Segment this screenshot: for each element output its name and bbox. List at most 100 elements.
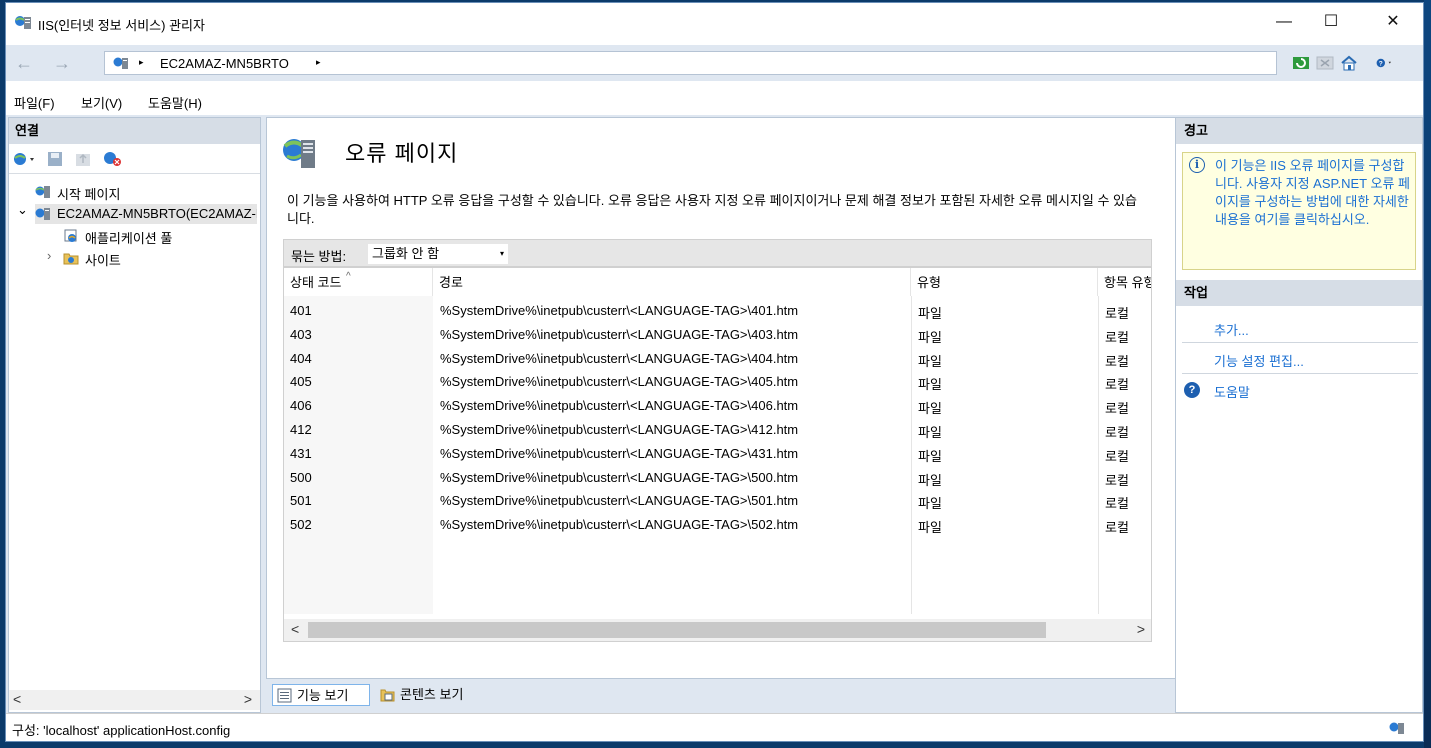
table-row[interactable]: 406 %SystemDrive%\inetpub\custerr\<LANGUA…: [284, 395, 1151, 418]
menu-view[interactable]: 보기(V): [81, 93, 122, 112]
disconnect-icon[interactable]: [103, 151, 123, 167]
save-icon[interactable]: [47, 151, 63, 167]
status-bar: 구성: 'localhost' applicationHost.config: [6, 713, 1423, 741]
connections-scrollbar[interactable]: < >: [9, 690, 260, 710]
column-header-path[interactable]: 경로: [433, 268, 911, 296]
server-status-icon: [1389, 722, 1404, 734]
cell-path: %SystemDrive%\inetpub\custerr\<LANGUAGE-…: [440, 326, 799, 342]
scroll-left-icon[interactable]: <: [13, 691, 21, 707]
menu-file[interactable]: 파일(F): [14, 93, 55, 112]
iis-manager-window: IIS(인터넷 정보 서비스) 관리자 — ☐ ✕ ← → ▸ EC2AMAZ-…: [5, 2, 1424, 742]
breadcrumb-server[interactable]: EC2AMAZ-MN5BRTO: [160, 56, 289, 71]
stop-icon[interactable]: [1316, 55, 1334, 71]
forward-button[interactable]: →: [48, 52, 76, 74]
view-tabs: 기능 보기 콘텐츠 보기: [272, 681, 672, 709]
cell-path: %SystemDrive%\inetpub\custerr\<LANGUAGE-…: [440, 445, 799, 461]
tree-item-sites[interactable]: 사이트: [63, 248, 253, 268]
table-row[interactable]: 401 %SystemDrive%\inetpub\custerr\<LANGUA…: [284, 300, 1151, 323]
cell-path: %SystemDrive%\inetpub\custerr\<LANGUAGE-…: [440, 517, 799, 533]
help-dropdown-icon[interactable]: ?: [1376, 55, 1394, 71]
scroll-left-icon[interactable]: <: [291, 621, 299, 637]
refresh-icon[interactable]: [1292, 55, 1310, 71]
cell-status-code: 403: [290, 326, 312, 342]
add-action-link[interactable]: 추가...: [1214, 320, 1249, 339]
home-icon[interactable]: [1340, 55, 1358, 71]
cell-status-code: 401: [290, 303, 312, 318]
app-pool-icon: [64, 229, 77, 242]
cell-status-code: 412: [290, 422, 312, 437]
edit-feature-settings-link[interactable]: 기능 설정 편집...: [1214, 351, 1304, 370]
tree-item-label: 시작 페이지: [57, 187, 121, 202]
column-header-type[interactable]: 유형: [911, 268, 1098, 296]
cell-type: 파일: [918, 496, 942, 512]
group-by-label: 묶는 방법:: [291, 249, 347, 264]
table-row[interactable]: 500 %SystemDrive%\inetpub\custerr\<LANGUA…: [284, 467, 1151, 490]
info-icon: i: [1189, 157, 1205, 173]
tab-content-view[interactable]: 콘텐츠 보기: [376, 684, 486, 706]
actions-panel: 경고 i 이 기능은 IIS 오류 페이지를 구성합니다. 사용자 지정 ASP…: [1175, 117, 1423, 713]
sort-ascending-icon: ^: [346, 271, 351, 282]
cell-entry-type: 로컬: [1105, 306, 1129, 321]
column-header-entry-type[interactable]: 항목 유형: [1098, 268, 1151, 296]
error-pages-grid: 상태 코드 ^ 경로 유형 항목 유형 401 %SystemDrive%\ine…: [283, 267, 1152, 642]
tree-item-server[interactable]: EC2AMAZ-MN5BRTO(EC2AMAZ-MN5BRTO: [35, 204, 257, 224]
connections-panel: 연결 시작 페이지 ⌄ EC2AMAZ-MN5BRTO(EC2AMAZ- 애플리…: [8, 117, 261, 713]
table-row[interactable]: 404 %SystemDrive%\inetpub\custerr\<LANGUA…: [284, 348, 1151, 371]
start-page-icon: [35, 186, 50, 198]
close-button[interactable]: ✕: [1370, 3, 1416, 41]
table-row[interactable]: 501 %SystemDrive%\inetpub\custerr\<LANGUA…: [284, 490, 1151, 513]
table-row[interactable]: 502 %SystemDrive%\inetpub\custerr\<LANGUA…: [284, 514, 1151, 537]
svg-text:?: ?: [1379, 60, 1383, 67]
scrollbar-thumb[interactable]: [308, 622, 1046, 638]
table-row[interactable]: 403 %SystemDrive%\inetpub\custerr\<LANGUA…: [284, 324, 1151, 347]
breadcrumb-arrow-icon[interactable]: ▸: [139, 57, 144, 68]
cell-path: %SystemDrive%\inetpub\custerr\<LANGUAGE-…: [440, 469, 799, 485]
group-by-select[interactable]: 그룹화 안 함 ▾: [368, 244, 508, 264]
scroll-right-icon[interactable]: >: [1137, 621, 1145, 637]
cell-entry-type: 로컬: [1105, 496, 1129, 512]
connect-icon[interactable]: [12, 151, 40, 167]
cell-entry-type: 로컬: [1105, 448, 1129, 464]
help-action-link[interactable]: 도움말: [1214, 382, 1250, 401]
collapse-chevron-icon[interactable]: ⌄: [17, 202, 28, 218]
table-row[interactable]: 412 %SystemDrive%\inetpub\custerr\<LANGUA…: [284, 419, 1151, 442]
up-level-icon[interactable]: [75, 151, 91, 167]
action-divider: [1182, 342, 1418, 343]
connections-toolbar: [9, 147, 260, 174]
table-row[interactable]: 405 %SystemDrive%\inetpub\custerr\<LANGUA…: [284, 371, 1151, 394]
maximize-button[interactable]: ☐: [1308, 3, 1354, 41]
title-bar: IIS(인터넷 정보 서비스) 관리자 — ☐ ✕: [6, 3, 1423, 41]
address-bar[interactable]: ▸ EC2AMAZ-MN5BRTO ▸: [104, 51, 1277, 75]
feature-title: 오류 페이지: [345, 141, 459, 166]
cell-type: 파일: [918, 306, 942, 321]
server-icon: [113, 57, 128, 69]
cell-path: %SystemDrive%\inetpub\custerr\<LANGUAGE-…: [440, 398, 799, 414]
expand-chevron-icon[interactable]: ›: [47, 248, 51, 263]
column-label: 상태 코드: [290, 275, 342, 290]
column-header-status-code[interactable]: 상태 코드 ^: [284, 268, 433, 296]
alert-box[interactable]: i 이 기능은 IIS 오류 페이지를 구성합니다. 사용자 지정 ASP.NE…: [1182, 152, 1416, 270]
table-row[interactable]: 431 %SystemDrive%\inetpub\custerr\<LANGUA…: [284, 443, 1151, 466]
cell-status-code: 501: [290, 493, 312, 509]
cell-entry-type: 로컬: [1105, 377, 1129, 393]
navigation-bar: ← → ▸ EC2AMAZ-MN5BRTO ▸ ?: [6, 45, 1423, 81]
cell-entry-type: 로컬: [1105, 353, 1129, 369]
tree-item-app-pools[interactable]: 애플리케이션 풀: [63, 226, 253, 246]
scroll-right-icon[interactable]: >: [244, 691, 252, 707]
alert-message-link[interactable]: 이 기능은 IIS 오류 페이지를 구성합니다. 사용자 지정 ASP.NET …: [1215, 157, 1411, 229]
cell-entry-type: 로컬: [1105, 520, 1129, 536]
menu-help[interactable]: 도움말(H): [148, 93, 202, 112]
cell-status-code: 431: [290, 445, 312, 461]
cell-status-code: 502: [290, 517, 312, 533]
desktop-background: [1424, 0, 1431, 748]
tab-features-view[interactable]: 기능 보기: [272, 684, 370, 706]
cell-type: 파일: [918, 520, 942, 536]
minimize-button[interactable]: —: [1261, 3, 1307, 41]
breadcrumb-arrow-icon[interactable]: ▸: [316, 57, 321, 68]
back-button[interactable]: ←: [10, 52, 38, 74]
group-by-value: 그룹화 안 함: [372, 246, 440, 261]
cell-type: 파일: [918, 329, 942, 345]
grid-horizontal-scrollbar[interactable]: < >: [284, 619, 1151, 641]
tree-item-start-page[interactable]: 시작 페이지: [35, 182, 255, 202]
menu-bar: 파일(F) 보기(V) 도움말(H): [6, 87, 1423, 113]
